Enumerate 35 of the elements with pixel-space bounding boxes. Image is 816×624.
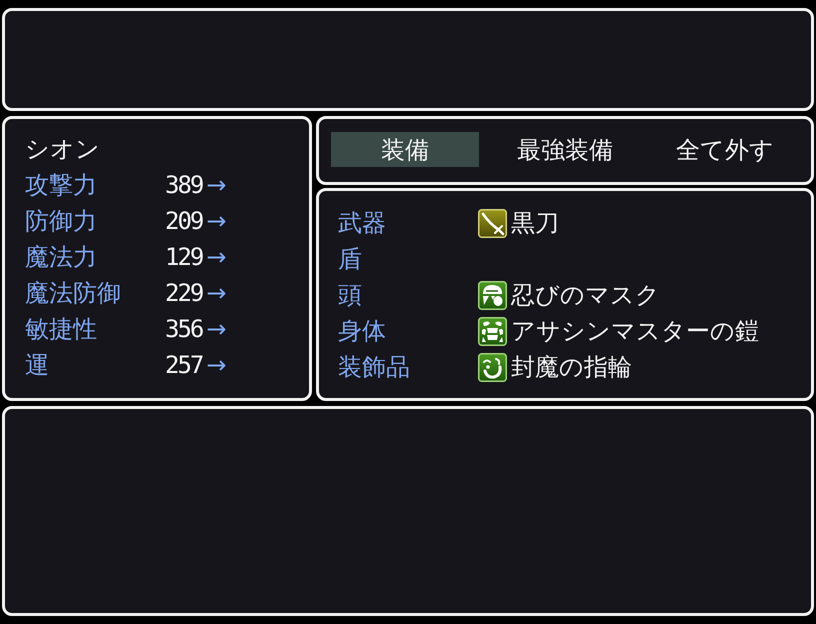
stat-value: 356 (165, 314, 202, 345)
stat-value: 129 (165, 242, 202, 273)
stat-value: 209 (165, 206, 202, 237)
stat-label: 攻撃力 (25, 170, 98, 201)
command-button[interactable]: 装備 (331, 132, 479, 167)
stat-label: 防御力 (25, 206, 98, 237)
stat-label: 敏捷性 (25, 314, 98, 345)
stat-label: 魔法力 (25, 242, 98, 273)
mask-icon (478, 280, 507, 310)
item-name: 忍びのマスク (511, 280, 660, 311)
arrow-icon: → (206, 203, 226, 239)
arrow-icon: → (206, 275, 226, 311)
command-button[interactable]: 全て外す (651, 132, 799, 167)
slot-label[interactable]: 装飾品 (338, 349, 478, 385)
arrow-icon: → (206, 167, 226, 203)
slot-label[interactable]: 盾 (338, 241, 478, 277)
stat-value: 389 (165, 170, 202, 201)
ring-icon (478, 352, 507, 382)
slot-label[interactable]: 身体 (338, 313, 478, 349)
stat-label: 魔法防御 (25, 278, 122, 309)
command-button[interactable]: 最強装備 (491, 132, 639, 167)
stat-value: 257 (165, 350, 202, 381)
sword-icon (478, 208, 507, 238)
item-name: 封魔の指輪 (511, 352, 632, 383)
armor-icon (478, 316, 507, 346)
item-name: 黒刀 (511, 208, 559, 239)
stat-value: 229 (165, 278, 202, 309)
slot-label[interactable]: 武器 (338, 205, 478, 241)
character-name: シオン (25, 134, 100, 165)
arrow-icon: → (206, 347, 226, 383)
arrow-icon: → (206, 239, 226, 275)
item-name: アサシンマスターの鎧 (511, 316, 759, 347)
stat-label: 運 (25, 350, 50, 381)
arrow-icon: → (206, 311, 226, 347)
slot-label[interactable]: 頭 (338, 277, 478, 313)
